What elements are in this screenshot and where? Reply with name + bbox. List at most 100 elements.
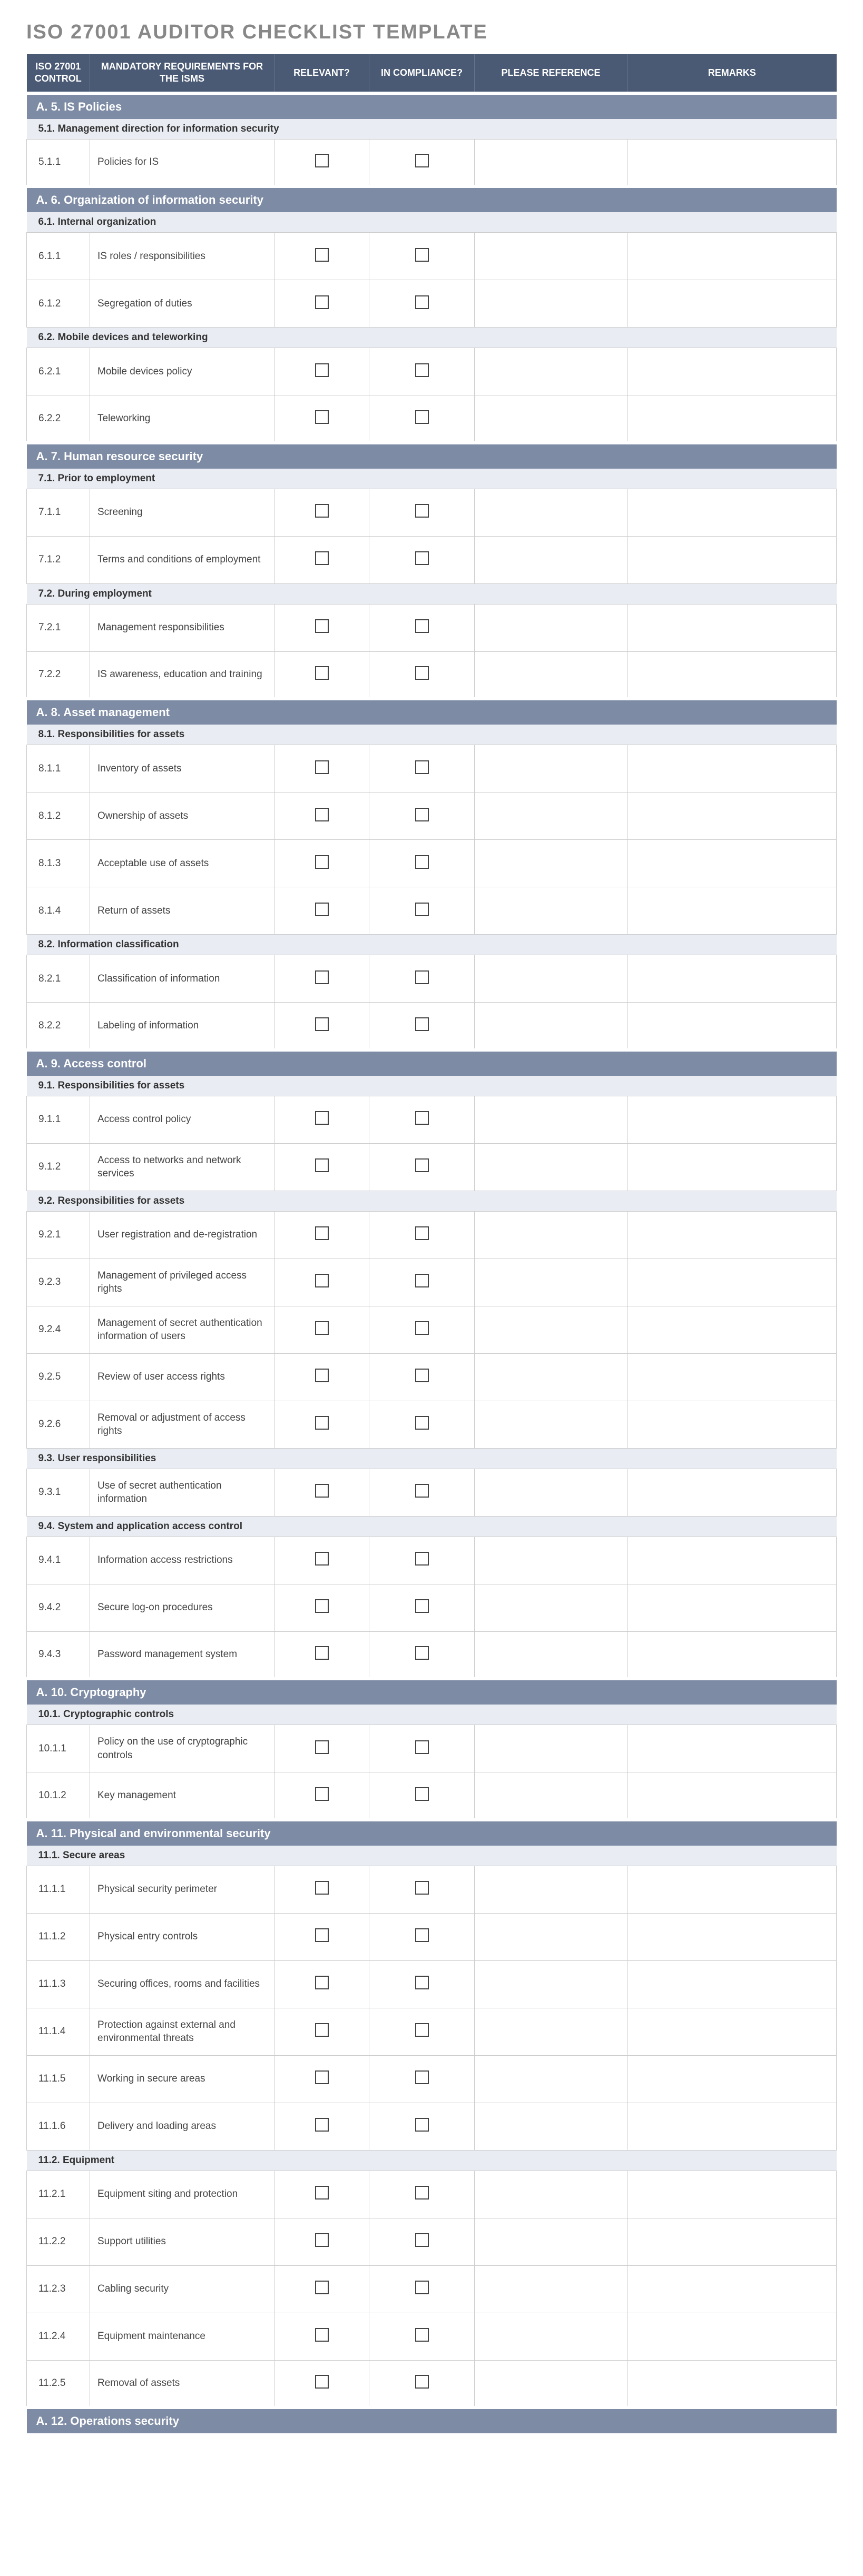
compliance-checkbox[interactable] [415,2023,429,2037]
relevant-checkbox[interactable] [315,1158,329,1172]
compliance-checkbox[interactable] [415,1111,429,1125]
remarks-cell[interactable] [627,840,837,887]
relevant-checkbox[interactable] [315,2281,329,2294]
reference-cell[interactable] [475,1469,627,1516]
reference-cell[interactable] [475,1003,627,1050]
relevant-checkbox[interactable] [315,2328,329,2342]
relevant-checkbox[interactable] [315,1552,329,1566]
reference-cell[interactable] [475,2218,627,2265]
relevant-checkbox[interactable] [315,2233,329,2247]
remarks-cell[interactable] [627,1960,837,2008]
relevant-checkbox[interactable] [315,1928,329,1942]
relevant-checkbox[interactable] [315,1321,329,1335]
compliance-checkbox[interactable] [415,903,429,916]
compliance-checkbox[interactable] [415,1646,429,1660]
remarks-cell[interactable] [627,1211,837,1259]
reference-cell[interactable] [475,2103,627,2150]
reference-cell[interactable] [475,1353,627,1401]
reference-cell[interactable] [475,1259,627,1306]
compliance-checkbox[interactable] [415,295,429,309]
reference-cell[interactable] [475,280,627,328]
compliance-checkbox[interactable] [415,1369,429,1382]
compliance-checkbox[interactable] [415,248,429,262]
reference-cell[interactable] [475,1211,627,1259]
reference-cell[interactable] [475,604,627,651]
remarks-cell[interactable] [627,604,837,651]
reference-cell[interactable] [475,1866,627,1913]
remarks-cell[interactable] [627,536,837,583]
compliance-checkbox[interactable] [415,1740,429,1754]
compliance-checkbox[interactable] [415,1976,429,1989]
reference-cell[interactable] [475,2171,627,2218]
compliance-checkbox[interactable] [415,1158,429,1172]
reference-cell[interactable] [475,2313,627,2360]
reference-cell[interactable] [475,745,627,792]
relevant-checkbox[interactable] [315,1416,329,1430]
remarks-cell[interactable] [627,1096,837,1143]
relevant-checkbox[interactable] [315,1369,329,1382]
reference-cell[interactable] [475,1772,627,1820]
reference-cell[interactable] [475,840,627,887]
relevant-checkbox[interactable] [315,855,329,869]
remarks-cell[interactable] [627,792,837,840]
remarks-cell[interactable] [627,651,837,699]
reference-cell[interactable] [475,1537,627,1584]
reference-cell[interactable] [475,536,627,583]
compliance-checkbox[interactable] [415,410,429,424]
relevant-checkbox[interactable] [315,666,329,680]
compliance-checkbox[interactable] [415,1484,429,1498]
remarks-cell[interactable] [627,2360,837,2407]
reference-cell[interactable] [475,651,627,699]
reference-cell[interactable] [475,1960,627,2008]
relevant-checkbox[interactable] [315,1111,329,1125]
relevant-checkbox[interactable] [315,1787,329,1801]
remarks-cell[interactable] [627,395,837,443]
compliance-checkbox[interactable] [415,1552,429,1566]
reference-cell[interactable] [475,395,627,443]
compliance-checkbox[interactable] [415,1599,429,1613]
remarks-cell[interactable] [627,1725,837,1772]
remarks-cell[interactable] [627,489,837,536]
reference-cell[interactable] [475,955,627,1003]
compliance-checkbox[interactable] [415,808,429,821]
reference-cell[interactable] [475,1401,627,1448]
remarks-cell[interactable] [627,233,837,280]
remarks-cell[interactable] [627,1353,837,1401]
reference-cell[interactable] [475,1096,627,1143]
relevant-checkbox[interactable] [315,363,329,377]
compliance-checkbox[interactable] [415,970,429,984]
remarks-cell[interactable] [627,1306,837,1353]
relevant-checkbox[interactable] [315,970,329,984]
remarks-cell[interactable] [627,1913,837,1960]
relevant-checkbox[interactable] [315,2118,329,2132]
remarks-cell[interactable] [627,280,837,328]
remarks-cell[interactable] [627,2103,837,2150]
reference-cell[interactable] [475,2265,627,2313]
compliance-checkbox[interactable] [415,2281,429,2294]
reference-cell[interactable] [475,792,627,840]
relevant-checkbox[interactable] [315,1017,329,1031]
relevant-checkbox[interactable] [315,1599,329,1613]
remarks-cell[interactable] [627,1584,837,1631]
compliance-checkbox[interactable] [415,1226,429,1240]
compliance-checkbox[interactable] [415,1416,429,1430]
compliance-checkbox[interactable] [415,2375,429,2389]
remarks-cell[interactable] [627,955,837,1003]
relevant-checkbox[interactable] [315,903,329,916]
reference-cell[interactable] [475,1913,627,1960]
compliance-checkbox[interactable] [415,1274,429,1287]
remarks-cell[interactable] [627,887,837,935]
compliance-checkbox[interactable] [415,2328,429,2342]
compliance-checkbox[interactable] [415,154,429,167]
compliance-checkbox[interactable] [415,1321,429,1335]
remarks-cell[interactable] [627,1631,837,1679]
remarks-cell[interactable] [627,1401,837,1448]
reference-cell[interactable] [475,489,627,536]
remarks-cell[interactable] [627,1537,837,1584]
compliance-checkbox[interactable] [415,2233,429,2247]
remarks-cell[interactable] [627,1259,837,1306]
relevant-checkbox[interactable] [315,1484,329,1498]
relevant-checkbox[interactable] [315,1646,329,1660]
relevant-checkbox[interactable] [315,619,329,633]
relevant-checkbox[interactable] [315,760,329,774]
